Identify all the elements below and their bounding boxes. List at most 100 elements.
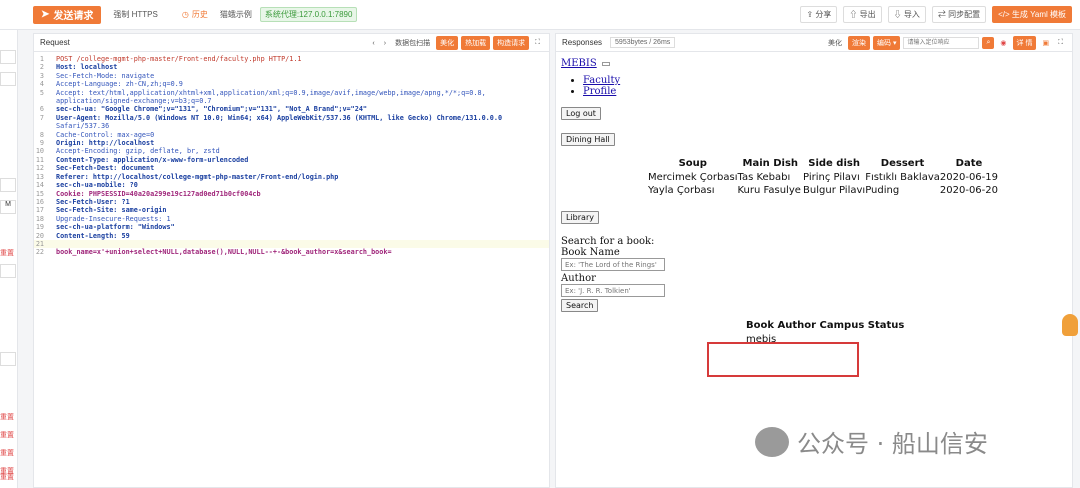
line-number: 10 <box>35 147 44 156</box>
library-table-header: Book Author Campus Status <box>746 320 905 331</box>
request-title: Request <box>40 38 70 47</box>
code-line: 14 sec-ch-ua-mobile: ?0 <box>34 181 549 189</box>
code-text: Content-Length: 59 <box>56 231 130 240</box>
chevron-left-icon[interactable]: ‹ <box>369 38 377 49</box>
sidebar-input[interactable] <box>0 352 16 366</box>
code-line: 6 sec-ch-ua: "Google Chrome";v="131", "Ch… <box>34 105 549 113</box>
import-icon: ⇩ <box>893 10 904 19</box>
line-number: 19 <box>35 223 44 232</box>
sidebar-method-box[interactable]: M <box>0 200 16 214</box>
demo-button[interactable]: 猫蛾示例 <box>220 9 252 20</box>
logout-button[interactable]: Log out <box>561 107 601 120</box>
table-cell: Mercimek Çorbası <box>648 172 738 183</box>
sync-config-button[interactable]: ⇄ 同步配置 <box>931 6 987 23</box>
copy-icon[interactable]: ▣ <box>1039 37 1052 49</box>
sidebar-input[interactable] <box>0 72 16 86</box>
table-cell: Fıstıklı Baklava <box>865 172 940 183</box>
response-size-badge: 5953bytes / 26ms <box>610 37 676 48</box>
code-line: application/signed-exchange;v=b3;q=0.7 <box>34 97 549 105</box>
generate-yaml-button[interactable]: </> 生成 Yaml 模板 <box>992 6 1072 23</box>
sidebar-reset-link[interactable]: 重置 <box>0 248 14 258</box>
code-text: User-Agent: Mozilla/5.0 (Windows NT 10.0… <box>56 113 503 122</box>
history-button[interactable]: ◷ 历史 <box>182 9 208 20</box>
library-button[interactable]: Library <box>561 211 599 224</box>
line-number: 15 <box>35 189 44 198</box>
brand-link[interactable]: MEBIS <box>561 58 597 69</box>
sidebar-input[interactable] <box>0 50 16 64</box>
construct-request-button[interactable]: 构造请求 <box>493 36 530 50</box>
left-sidebar-strip: M 重置 重置 重置 重置 重置 重置 <box>0 30 18 488</box>
sidebar-input[interactable] <box>0 178 16 192</box>
nav-link-faculty[interactable]: Faculty <box>583 75 620 86</box>
nav-link-profile[interactable]: Profile <box>583 86 616 97</box>
line-number: 14 <box>35 181 44 190</box>
code-line: 1 POST /college-mgmt-php-master/Front-end… <box>34 55 549 63</box>
line-number: 16 <box>35 197 44 206</box>
book-name-input[interactable] <box>561 258 665 271</box>
line-number: 5 <box>39 88 44 97</box>
export-button[interactable]: ⇧ 导出 <box>843 6 882 23</box>
sidebar-reset-link[interactable]: 重置 <box>0 412 14 422</box>
details-button[interactable]: 详 情 <box>1012 36 1037 50</box>
import-button[interactable]: ⇩ 导入 <box>887 6 926 23</box>
expand-icon[interactable]: ⛶ <box>1055 37 1066 49</box>
code-line: 5 Accept: text/html,application/xhtml+xml… <box>34 89 549 97</box>
code-line: 19 sec-ch-ua-platform: "Windows" <box>34 223 549 231</box>
line-number: 20 <box>35 231 44 240</box>
sidebar-input[interactable] <box>0 264 16 278</box>
encoding-dropdown[interactable]: 编码 ▾ <box>873 36 901 50</box>
table-cell: 2020-06-20 <box>939 185 999 196</box>
code-line: 17 Sec-Fetch-Site: same-origin <box>34 206 549 214</box>
line-number: 4 <box>39 80 44 89</box>
code-line: 3 Sec-Fetch-Mode: navigate <box>34 72 549 80</box>
column-header: Date <box>955 158 983 169</box>
line-number: 3 <box>39 71 44 80</box>
expand-icon[interactable]: ⛶ <box>532 37 543 49</box>
author-input[interactable] <box>561 284 665 297</box>
hot-load-button[interactable]: 热加载 <box>461 36 491 50</box>
line-number: 12 <box>35 164 44 173</box>
force-https-toggle[interactable]: 强制 HTTPS <box>113 9 157 20</box>
line-number: 17 <box>35 206 44 215</box>
packet-scan-button[interactable]: 数据包扫描 <box>392 36 433 50</box>
export-icon: ⇧ <box>849 10 860 19</box>
line-number: 11 <box>35 155 44 164</box>
sidebar-reset-link[interactable]: 重置 <box>0 472 14 482</box>
sidebar-reset-link[interactable]: 重置 <box>0 448 14 458</box>
code-text: Accept-Encoding: gzip, deflate, br, zstd <box>56 147 220 156</box>
proxy-badge[interactable]: 系统代理:127.0.0.1:7890 <box>259 7 358 22</box>
line-number: 22 <box>35 248 44 257</box>
code-line: 9 Origin: http://localhost <box>34 139 549 147</box>
code-text: Cache-Control: max-age=0 <box>56 130 155 139</box>
code-text: Referer: http://localhost/college-mgmt-p… <box>56 172 339 181</box>
dining-hall-button[interactable]: Dining Hall <box>561 133 615 146</box>
send-request-button[interactable]: ➤ 发送请求 <box>33 5 102 24</box>
code-text: Sec-Fetch-User: ?1 <box>56 197 130 206</box>
table-cell: Kuru Fasulye <box>737 185 801 196</box>
line-number: 2 <box>39 63 44 72</box>
code-line: 22 book_name=x'+union+select+NULL,databas… <box>34 248 549 256</box>
request-editor[interactable]: 1 POST /college-mgmt-php-master/Front-end… <box>34 52 549 257</box>
render-button[interactable]: 渲染 <box>848 36 871 50</box>
nav-item: Profile <box>583 86 1067 97</box>
chevron-right-icon[interactable]: › <box>381 38 389 49</box>
table-header-row: Soup Main Dish Side dish Dessert Date <box>648 156 998 171</box>
column-header: Dessert <box>880 158 925 169</box>
search-button[interactable]: Search <box>561 299 599 312</box>
nav-item: Faculty <box>583 75 1067 86</box>
share-button[interactable]: ⇪ 分享 <box>800 6 838 23</box>
table-cell: Pirinç Pilavı <box>803 172 860 183</box>
code-line: 18 Upgrade-Insecure-Requests: 1 <box>34 215 549 223</box>
beautify-button[interactable]: 美化 <box>436 36 459 50</box>
wechat-icon <box>755 426 789 457</box>
sidebar-reset-link[interactable]: 重置 <box>0 430 14 440</box>
request-actions: ‹ › 数据包扫描 美化 热加载 构造请求 ⛶ <box>369 36 543 50</box>
code-line: 4 Accept-Language: zh-CN,zh;q=0.9 <box>34 80 549 88</box>
code-text: Upgrade-Insecure-Requests: 1 <box>56 214 171 223</box>
code-text: application/signed-exchange;v=b3;q=0.7 <box>56 97 212 106</box>
beautify-button[interactable]: 美化 <box>825 36 845 50</box>
response-search-input[interactable] <box>903 37 980 49</box>
search-icon[interactable]: ⌕ <box>982 37 995 49</box>
chrome-icon[interactable]: ◉ <box>997 37 1009 49</box>
mascot-icon[interactable] <box>1062 314 1078 336</box>
